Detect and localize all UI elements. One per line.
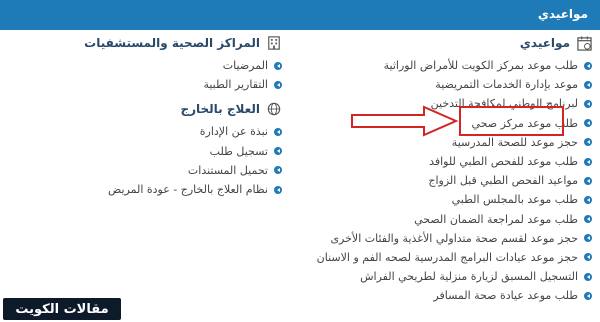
chevron-bullet-icon [584, 253, 592, 262]
chevron-bullet-icon [584, 272, 592, 281]
chevron-bullet-icon [584, 291, 592, 300]
link-text[interactable]: المرضيات [223, 59, 268, 72]
chevron-bullet-icon [274, 166, 282, 175]
list-item[interactable]: موعد بإدارة الخدمات التمريضية [292, 75, 592, 94]
chevron-bullet-icon [584, 119, 592, 128]
link-text[interactable]: طلب موعد لمراجعة الضمان الصحي [414, 213, 578, 226]
building-icon [266, 35, 282, 51]
list-item[interactable]: حجز موعد عيادات البرامج المدرسية لصحه ال… [292, 248, 592, 267]
annotation-arrow [351, 105, 564, 137]
link-text[interactable]: تسجيل طلب [210, 145, 268, 158]
globe-icon [266, 101, 282, 117]
link-text[interactable]: طلب موعد عيادة صحة المسافر [433, 289, 578, 302]
abroad-heading: العلاج بالخارج [22, 100, 282, 118]
chevron-bullet-icon [584, 215, 592, 224]
list-item[interactable]: طلب موعد للفحص الطبي للوافد [292, 152, 592, 171]
chevron-bullet-icon [584, 195, 592, 204]
link-text[interactable]: طلب موعد بمركز الكويت للأمراض الوراثية [384, 59, 578, 72]
chevron-bullet-icon [274, 185, 282, 194]
chevron-bullet-icon [274, 147, 282, 156]
link-text[interactable]: طلب موعد بالمجلس الطبي [452, 193, 578, 206]
chevron-bullet-icon [584, 138, 592, 147]
link-text[interactable]: التسجيل المسبق لزيارة منزلية لطريحي الفر… [360, 270, 578, 283]
chevron-bullet-icon [584, 61, 592, 70]
health-centers-heading: المراكز الصحية والمستشفيات [22, 34, 282, 52]
list-item[interactable]: طلب موعد بمركز الكويت للأمراض الوراثية [292, 56, 592, 75]
list-item[interactable]: نبذة عن الإدارة [22, 122, 282, 141]
chevron-bullet-icon [274, 61, 282, 70]
link-text[interactable]: حجز موعد لقسم صحة متداولي الأغذية والفئا… [330, 232, 578, 245]
health-panel: المراكز الصحية والمستشفيات المرضيات التق… [22, 34, 282, 199]
appointments-title: مواعيدي [519, 36, 570, 50]
appointments-heading: مواعيدي [292, 34, 592, 52]
list-item[interactable]: نظام العلاج بالخارج - عودة المريض [22, 180, 282, 199]
link-text[interactable]: موعد بإدارة الخدمات التمريضية [435, 78, 578, 91]
link-text[interactable]: التقارير الطبية [203, 78, 268, 91]
list-item[interactable]: المرضيات [22, 56, 282, 75]
chevron-bullet-icon [584, 80, 592, 89]
list-item[interactable]: تحميل المستندات [22, 161, 282, 180]
link-text[interactable]: حجز موعد عيادات البرامج المدرسية لصحه ال… [317, 251, 578, 264]
chevron-bullet-icon [274, 127, 282, 136]
top-bar-title: مواعيدي [537, 7, 588, 21]
link-text[interactable]: نظام العلاج بالخارج - عودة المريض [108, 183, 268, 196]
abroad-title: العلاج بالخارج [180, 102, 260, 117]
list-item[interactable]: تسجيل طلب [22, 142, 282, 161]
appointments-panel: مواعيدي طلب موعد بمركز الكويت للأمراض ال… [292, 34, 592, 305]
chevron-bullet-icon [274, 80, 282, 89]
chevron-bullet-icon [584, 234, 592, 243]
link-text[interactable]: طلب موعد للفحص الطبي للوافد [429, 155, 578, 168]
top-bar: مواعيدي [0, 0, 600, 30]
link-text[interactable]: تحميل المستندات [188, 164, 268, 177]
list-item[interactable]: مواعيد الفحص الطبي قبل الزواج [292, 171, 592, 190]
list-item[interactable]: التسجيل المسبق لزيارة منزلية لطريحي الفر… [292, 267, 592, 286]
list-item[interactable]: طلب موعد بالمجلس الطبي [292, 190, 592, 209]
chevron-bullet-icon [584, 157, 592, 166]
list-item[interactable]: طلب موعد عيادة صحة المسافر [292, 286, 592, 305]
list-item[interactable]: حجز موعد لقسم صحة متداولي الأغذية والفئا… [292, 229, 592, 248]
chevron-bullet-icon [584, 176, 592, 185]
link-text[interactable]: نبذة عن الإدارة [200, 125, 268, 138]
link-text[interactable]: مواعيد الفحص الطبي قبل الزواج [428, 174, 578, 187]
site-logo: مقالات الكويت [3, 298, 121, 320]
health-centers-title: المراكز الصحية والمستشفيات [84, 36, 260, 50]
list-item[interactable]: التقارير الطبية [22, 75, 282, 94]
calendar-icon [576, 35, 592, 51]
list-item[interactable]: طلب موعد لمراجعة الضمان الصحي [292, 210, 592, 229]
chevron-bullet-icon [584, 99, 592, 108]
